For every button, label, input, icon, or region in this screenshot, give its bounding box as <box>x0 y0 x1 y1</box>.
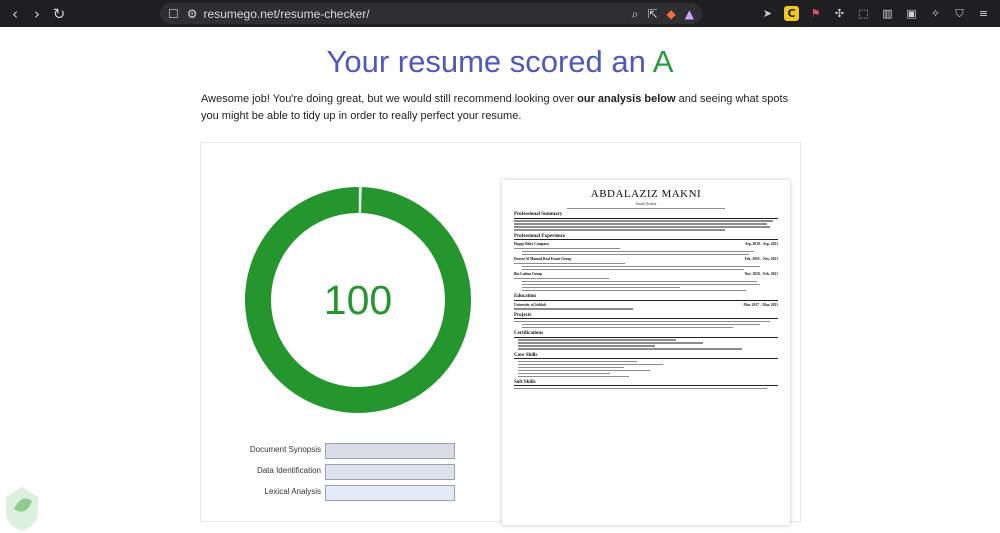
reload-icon[interactable]: ↻ <box>48 3 70 25</box>
leo-ai-icon[interactable]: ✧ <box>928 6 943 21</box>
extension-arrow-icon[interactable]: ➤ <box>760 6 775 21</box>
contact-line <box>566 208 726 210</box>
resume-entry: Durrat Al Mamad Real Estate Group Feb. 2… <box>514 257 778 261</box>
resume-entry: Happy Baby Company Sep. 2018 – Sep. 2021 <box>514 242 778 246</box>
metric-label: Data Identification <box>256 466 321 475</box>
metric-label: Document Synopsis <box>249 445 321 454</box>
text-line <box>514 223 768 225</box>
metric-bar <box>325 464 455 480</box>
metric-bar <box>325 485 455 501</box>
bullet-line <box>518 366 624 368</box>
page-title: Your resume scored an A <box>0 44 1000 80</box>
share-icon[interactable]: ⇱ <box>647 8 657 20</box>
menu-icon[interactable]: ≡ <box>976 6 991 21</box>
entry-dates: Feb. 2018 – Nov. 2021 <box>744 257 778 262</box>
resume-section-heading: Soft Skills <box>514 380 778 387</box>
url-text[interactable]: resumego.net/resume-checker/ <box>204 7 370 21</box>
text-line <box>514 247 620 250</box>
bullet-line <box>518 345 656 347</box>
metric-bar <box>325 443 455 459</box>
metric-label: Lexical Analysis <box>264 487 321 496</box>
entry-company: Durrat Al Mamad Real Estate Group <box>514 257 572 262</box>
resume-section-heading: Projects <box>514 313 778 320</box>
extension-flag-icon[interactable]: ⚑ <box>808 6 823 21</box>
metric-row: Data Identification <box>201 464 501 481</box>
entry-dates: Nov. 2020 – Feb. 2021 <box>744 272 778 277</box>
text-line <box>514 388 768 390</box>
resume-entry: University of Jeddah Mar. 2017 – Mar. 20… <box>514 303 778 307</box>
site-info-icon[interactable]: ⚙ <box>187 8 198 20</box>
entry-dates: Sep. 2018 – Sep. 2021 <box>745 242 778 247</box>
text-line <box>514 226 771 228</box>
entry-company: Happy Baby Company <box>514 242 550 247</box>
analysis-panel: 100 Document Synopsis Data Identificatio… <box>200 142 801 525</box>
extensions-puzzle-icon[interactable]: ✣ <box>832 6 847 21</box>
bullet-line <box>522 265 760 268</box>
text-line <box>514 320 771 323</box>
resume-section-heading: Certifications <box>514 331 778 338</box>
text-line <box>514 262 625 265</box>
entry-school: University of Jeddah <box>514 302 546 307</box>
bullet-line <box>518 339 677 341</box>
bullet-line <box>518 342 703 344</box>
metric-row: Lexical Analysis <box>201 485 501 502</box>
watermark-logo-icon <box>6 487 38 531</box>
bullet-line <box>522 286 681 289</box>
intro-start: Awesome job! You're doing great, but we … <box>201 93 578 105</box>
search-icon[interactable]: ⌕ <box>632 8 639 20</box>
resume-contact <box>514 208 778 210</box>
text-line <box>514 229 726 231</box>
bullet-line <box>522 289 747 292</box>
bullet-line <box>518 372 611 374</box>
forward-icon[interactable]: › <box>26 3 48 25</box>
back-icon[interactable]: ‹ <box>4 3 26 25</box>
brave-rewards-icon[interactable]: ▲ <box>685 8 694 20</box>
entry-company: Bin Ladem Group <box>514 272 543 277</box>
score-value: 100 <box>323 276 393 323</box>
resume-section-heading: Core Skills <box>514 353 778 360</box>
bullet-line <box>522 280 757 283</box>
bullet-line <box>518 360 637 363</box>
intro-bold: our analysis below <box>577 93 676 105</box>
resume-location: Saudi Arabia <box>635 201 657 206</box>
extensions-area: ➤ C ⚑ ✣ ⬚ ▥ ▣ ✧ ⛉ ≡ <box>760 4 991 23</box>
score-donut: 100 <box>243 185 473 415</box>
bullet-line <box>522 326 734 329</box>
sidebar-toggle-icon[interactable]: ▥ <box>880 6 895 21</box>
resume-name: ABDALAZIZ MAKNI <box>590 188 702 200</box>
resume-section-heading: Education <box>514 294 778 301</box>
grade-letter: A <box>652 44 674 79</box>
resume-section-heading: Professional Summary <box>514 212 778 219</box>
bullet-line <box>518 375 629 377</box>
text-line <box>514 308 633 310</box>
extension-dashed-icon[interactable]: ⬚ <box>856 6 871 21</box>
bullet-line <box>522 250 755 253</box>
bullet-line <box>518 369 650 371</box>
bullet-line <box>518 363 664 365</box>
bullet-line <box>522 253 750 256</box>
resume-section-heading: Professional Experience <box>514 234 778 241</box>
resume-entry: Bin Ladem Group Nov. 2020 – Feb. 2021 <box>514 272 778 276</box>
bullet-line <box>522 268 744 271</box>
bullet-line <box>522 323 760 326</box>
extension-c-icon[interactable]: C <box>784 6 799 21</box>
metric-row: Document Synopsis <box>201 443 501 460</box>
text-line <box>514 220 773 222</box>
url-actions: ⌕ ⇱ ◆ ▲ <box>632 3 694 24</box>
brave-shield-icon[interactable]: ◆ <box>667 8 676 20</box>
vpn-shield-icon[interactable]: ⛉ <box>952 6 967 21</box>
text-line <box>514 277 610 280</box>
tab-icon[interactable]: ▣ <box>904 6 919 21</box>
headline-prefix: Your resume scored an <box>326 44 653 79</box>
address-bar[interactable]: ☐ ⚙ resumego.net/resume-checker/ ⌕ ⇱ ◆ ▲ <box>160 3 702 24</box>
browser-toolbar: ‹ › ↻ ☐ ⚙ resumego.net/resume-checker/ ⌕… <box>0 0 1000 27</box>
bullet-line <box>518 348 743 350</box>
intro-paragraph: Awesome job! You're doing great, but we … <box>201 91 801 125</box>
bullet-line <box>522 283 760 286</box>
resume-preview[interactable]: ABDALAZIZ MAKNI Saudi Arabia Professiona… <box>502 180 790 525</box>
entry-dates: Mar. 2017 – Mar. 2021 <box>743 302 778 307</box>
page-content: Your resume scored an A Awesome job! You… <box>0 27 1000 531</box>
bookmark-icon[interactable]: ☐ <box>168 8 179 20</box>
